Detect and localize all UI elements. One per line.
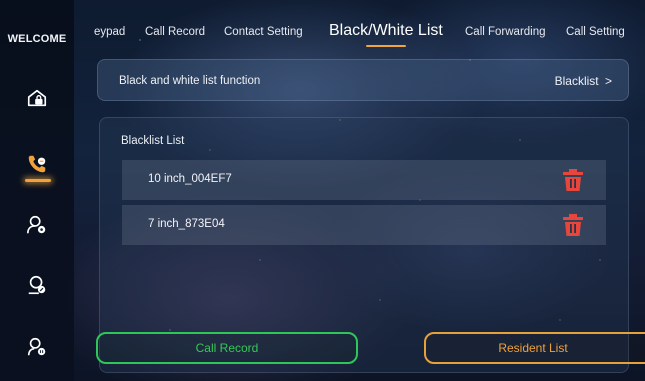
- trash-icon[interactable]: [562, 168, 584, 192]
- sidebar-item-user-edit[interactable]: [17, 265, 57, 305]
- function-value-text: Blacklist: [554, 74, 599, 88]
- sidebar-title: WELCOME: [7, 33, 67, 45]
- resident-list-button[interactable]: Resident List: [424, 332, 645, 364]
- phone-icon: [28, 155, 46, 173]
- sidebar: WELCOME: [0, 0, 74, 381]
- trash-icon[interactable]: [562, 213, 584, 237]
- sidebar-item-user-settings[interactable]: [17, 205, 57, 245]
- user-edit-icon: [28, 275, 46, 295]
- tab-call-setting[interactable]: Call Setting: [566, 26, 625, 38]
- top-tab-bar: eypad Call Record Contact Setting Black/…: [90, 0, 645, 56]
- resident-list-button-label: Resident List: [498, 341, 568, 355]
- function-value: Blacklist >: [555, 74, 612, 88]
- list-item: 7 inch_873E04: [122, 205, 606, 245]
- tab-call-forwarding[interactable]: Call Forwarding: [465, 26, 546, 38]
- tab-call-record[interactable]: Call Record: [145, 26, 205, 38]
- blacklist-item-name: 7 inch_873E04: [148, 218, 225, 230]
- function-label: Black and white list function: [119, 75, 261, 87]
- user-info-icon: [27, 337, 46, 356]
- call-record-button-label: Call Record: [195, 341, 259, 355]
- sidebar-item-user-info[interactable]: [17, 327, 57, 367]
- home-lock-icon: [27, 89, 47, 107]
- blacklist-item-name: 10 inch_004EF7: [148, 173, 232, 185]
- sidebar-item-call[interactable]: [17, 144, 57, 184]
- tab-keypad[interactable]: eypad: [94, 26, 125, 38]
- list-item: 10 inch_004EF7: [122, 160, 606, 200]
- call-record-button[interactable]: Call Record: [96, 332, 358, 364]
- user-settings-icon: [27, 215, 46, 234]
- black-white-list-function-selector[interactable]: Black and white list function Blacklist …: [97, 59, 629, 101]
- sidebar-item-home[interactable]: [17, 78, 57, 118]
- blacklist-title: Blacklist List: [121, 135, 185, 147]
- tab-black-white-list[interactable]: Black/White List: [329, 22, 443, 40]
- active-tab-indicator: [366, 45, 406, 47]
- tab-contact-setting[interactable]: Contact Setting: [224, 26, 303, 38]
- chevron-right-icon: >: [604, 74, 612, 88]
